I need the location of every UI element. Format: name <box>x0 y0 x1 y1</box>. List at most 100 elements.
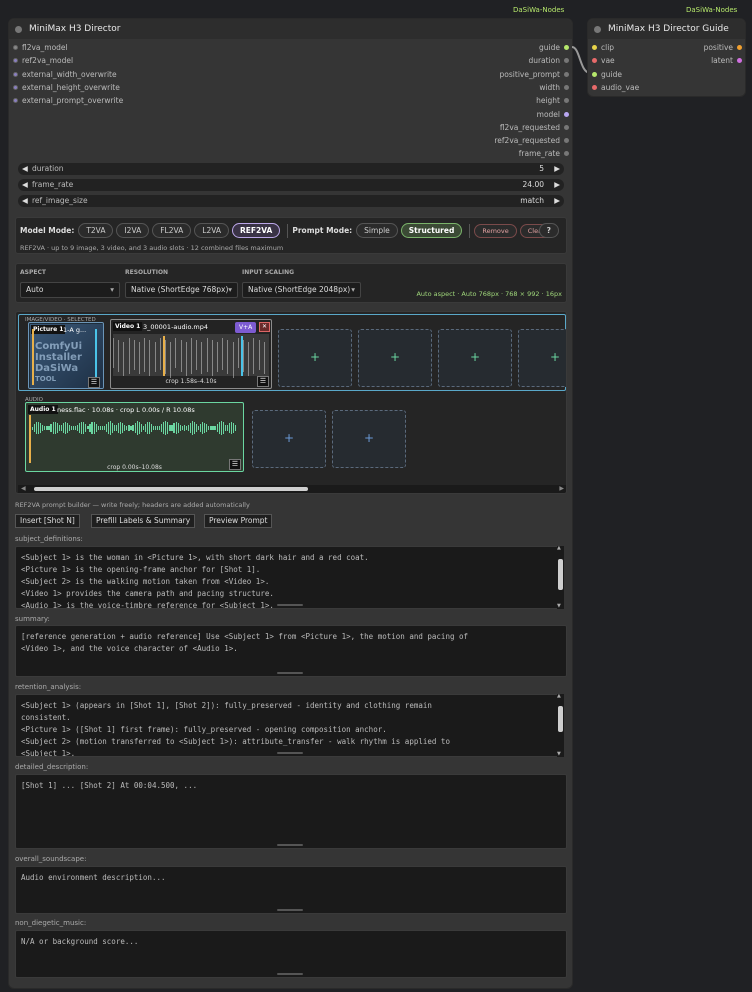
video-crop-end-handle[interactable] <box>241 336 243 376</box>
output-slot-positive-prompt[interactable]: positive_prompt <box>500 69 569 81</box>
insert-shot-button[interactable]: Insert [Shot N] <box>15 514 80 528</box>
output-slot-height[interactable]: height <box>536 95 569 107</box>
socket-icon[interactable] <box>13 98 18 104</box>
duration-widget[interactable]: ◀ duration 5 ▶ <box>18 163 564 175</box>
input-slot-audio-vae[interactable]: audio_vae <box>592 82 639 94</box>
empty-audio-slot[interactable]: + <box>332 410 406 468</box>
frame-rate-widget[interactable]: ◀ frame_rate 24.00 ▶ <box>18 179 564 191</box>
resize-grip[interactable] <box>277 672 303 674</box>
menu-icon[interactable]: ☰ <box>88 377 100 388</box>
socket-icon[interactable] <box>564 138 569 144</box>
picture-handle[interactable] <box>32 329 34 385</box>
scrollbar-thumb[interactable] <box>558 706 563 732</box>
input-slot-external-width-overwrite[interactable]: external_width_overwrite <box>13 69 117 81</box>
input-slot-external-height-overwrite[interactable]: external_height_overwrite <box>13 82 120 94</box>
mode-i2va[interactable]: I2VA <box>116 223 150 238</box>
detailed-description-textarea[interactable]: [Shot 1] ... [Shot 2] At 00:04.500, ... <box>15 774 567 849</box>
retention-analysis-textarea[interactable]: <Subject 1> (appears in [Shot 1], [Shot … <box>15 694 560 757</box>
resolution-select[interactable]: Native (ShortEdge 768px) ▾ <box>125 282 238 298</box>
close-icon[interactable]: ✕ <box>259 322 270 332</box>
socket-icon[interactable] <box>737 58 742 64</box>
empty-audio-slot[interactable]: + <box>252 410 326 468</box>
mode-t2va[interactable]: T2VA <box>78 223 114 238</box>
aspect-select[interactable]: Auto ▾ <box>20 282 120 298</box>
resize-grip[interactable] <box>277 973 303 975</box>
collapse-dot-icon[interactable] <box>594 25 601 33</box>
collapse-dot-icon[interactable] <box>15 25 22 33</box>
scroll-up-icon[interactable]: ▲ <box>557 545 561 551</box>
socket-icon[interactable] <box>13 71 18 77</box>
input-scaling-select[interactable]: Native (ShortEdge 2048px) ▾ <box>242 282 361 298</box>
resize-grip[interactable] <box>277 752 303 754</box>
guide-node[interactable]: MiniMax H3 Director Guide clip vae guide au… <box>587 18 746 97</box>
empty-image-slot[interactable]: + <box>438 329 512 387</box>
socket-icon[interactable] <box>13 45 18 50</box>
scroll-down-icon[interactable]: ▼ <box>557 751 561 757</box>
socket-icon[interactable] <box>564 124 569 130</box>
increment-arrow-icon[interactable]: ▶ <box>554 195 560 207</box>
output-slot-ref2va-requested[interactable]: ref2va_requested <box>494 135 569 147</box>
decrement-arrow-icon[interactable]: ◀ <box>22 179 28 191</box>
mode-l2va[interactable]: L2VA <box>194 223 230 238</box>
socket-icon[interactable] <box>592 71 597 77</box>
input-slot-guide[interactable]: guide <box>592 69 622 81</box>
prompt-structured[interactable]: Structured <box>400 223 463 238</box>
socket-icon[interactable] <box>592 84 597 90</box>
resize-grip[interactable] <box>277 604 303 606</box>
socket-icon[interactable] <box>13 84 18 90</box>
socket-icon[interactable] <box>564 84 569 90</box>
remove-button[interactable]: Remove <box>474 223 517 238</box>
empty-image-slot[interactable]: + <box>518 329 566 387</box>
menu-icon[interactable]: ☰ <box>257 376 269 387</box>
input-slot-external-prompt-overwrite[interactable]: external_prompt_overwrite <box>13 95 123 107</box>
empty-image-slot[interactable]: + <box>278 329 352 387</box>
decrement-arrow-icon[interactable]: ◀ <box>22 163 28 175</box>
menu-icon[interactable]: ☰ <box>229 459 241 470</box>
scroll-left-icon[interactable]: ◀ <box>21 485 26 492</box>
vertical-scrollbar[interactable]: ▲ ▼ <box>557 545 564 609</box>
output-slot-fl2va-requested[interactable]: fl2va_requested <box>500 122 569 134</box>
video-crop-start-handle[interactable] <box>163 336 165 376</box>
video-card[interactable]: Video 1 3_00001-audio.mp4 V+A ✕ crop 1.5… <box>110 319 272 389</box>
subject-definitions-textarea[interactable]: <Subject 1> is the woman in <Picture 1>,… <box>15 546 560 609</box>
scroll-up-icon[interactable]: ▲ <box>557 693 561 699</box>
socket-icon[interactable] <box>564 98 569 104</box>
mode-ref2va[interactable]: REF2VA <box>232 223 281 238</box>
node-header[interactable]: MiniMax H3 Director <box>9 19 572 39</box>
increment-arrow-icon[interactable]: ▶ <box>554 179 560 191</box>
mode-fl2va[interactable]: FL2VA <box>152 223 192 238</box>
scroll-down-icon[interactable]: ▼ <box>557 603 561 609</box>
input-slot-fl2va-model[interactable]: fl2va_model <box>13 42 68 54</box>
non-diegetic-music-textarea[interactable]: N/A or background score... <box>15 930 567 978</box>
empty-image-slot[interactable]: + <box>358 329 432 387</box>
audio-crop-start-handle[interactable] <box>29 415 31 463</box>
preview-prompt-button[interactable]: Preview Prompt <box>204 514 273 528</box>
audio-card[interactable]: Audio 1 ness.flac · 10.08s · crop L 0.00… <box>25 402 244 472</box>
summary-textarea[interactable]: [reference generation + audio reference]… <box>15 625 567 677</box>
resize-grip[interactable] <box>277 909 303 911</box>
socket-icon[interactable] <box>564 151 569 157</box>
vertical-scrollbar[interactable]: ▲ ▼ <box>557 693 564 757</box>
resize-grip[interactable] <box>277 844 303 846</box>
input-slot-ref2va-model[interactable]: ref2va_model <box>13 55 73 67</box>
scrollbar-thumb[interactable] <box>558 559 563 590</box>
decrement-arrow-icon[interactable]: ◀ <box>22 195 28 207</box>
ref-image-size-widget[interactable]: ◀ ref_image_size match ▶ <box>18 195 564 207</box>
picture-card[interactable]: ComfyUi Installer DaSiWa TOOL Picture 1 … <box>28 322 104 389</box>
output-slot-frame-rate[interactable]: frame_rate <box>519 148 569 160</box>
output-slot-latent[interactable]: latent <box>711 55 742 67</box>
socket-icon[interactable] <box>564 111 569 117</box>
scrollbar-thumb[interactable] <box>34 487 308 491</box>
audio-video-badge[interactable]: V+A <box>235 322 257 333</box>
output-slot-model[interactable]: model <box>537 109 569 121</box>
director-node[interactable]: MiniMax H3 Director fl2va_model ref2va_mo… <box>8 18 573 989</box>
socket-icon[interactable] <box>592 58 597 64</box>
socket-icon[interactable] <box>737 45 742 50</box>
horizontal-scrollbar[interactable]: ◀ ▶ <box>18 485 566 493</box>
prompt-simple[interactable]: Simple <box>356 223 398 238</box>
input-slot-vae[interactable]: vae <box>592 55 615 67</box>
prefill-labels-button[interactable]: Prefill Labels & Summary <box>91 514 196 528</box>
output-slot-guide[interactable]: guide <box>539 42 569 54</box>
output-slot-positive[interactable]: positive <box>704 42 742 54</box>
output-slot-width[interactable]: width <box>539 82 569 94</box>
